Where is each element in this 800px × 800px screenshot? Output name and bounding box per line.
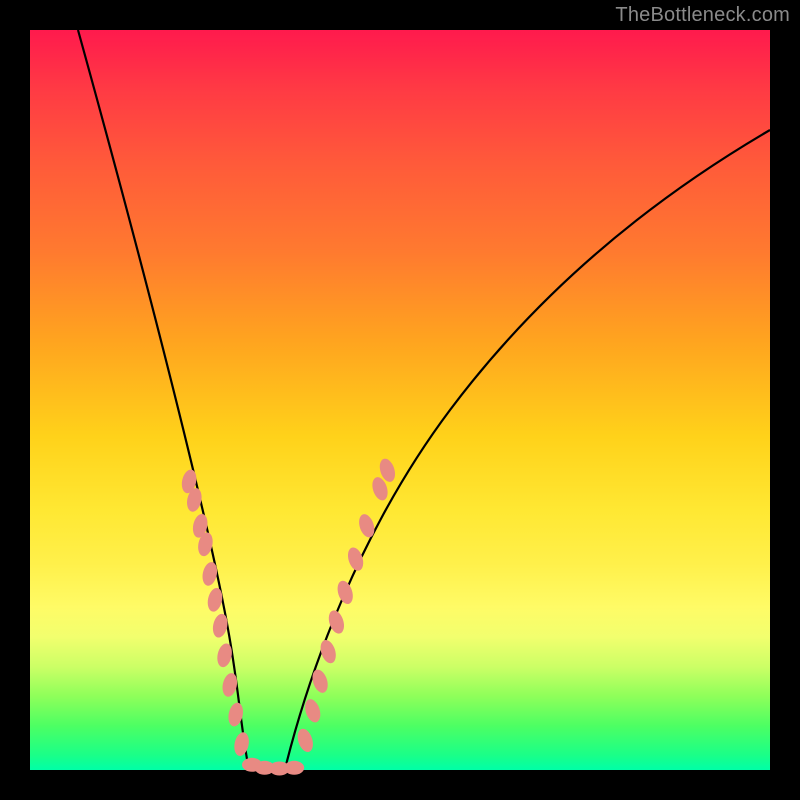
data-marker <box>345 546 366 573</box>
right-curve <box>286 130 770 765</box>
watermark-text: TheBottleneck.com <box>615 4 790 27</box>
marker-group <box>180 457 398 776</box>
data-marker <box>335 579 356 606</box>
data-marker <box>302 697 323 724</box>
data-marker <box>310 668 331 695</box>
plot-area <box>30 30 770 770</box>
data-marker <box>356 512 377 539</box>
data-marker <box>284 761 304 775</box>
chart-svg <box>30 30 770 770</box>
data-marker <box>295 727 316 754</box>
data-marker <box>232 731 251 757</box>
outer-frame: TheBottleneck.com <box>0 0 800 800</box>
data-marker <box>200 561 219 587</box>
